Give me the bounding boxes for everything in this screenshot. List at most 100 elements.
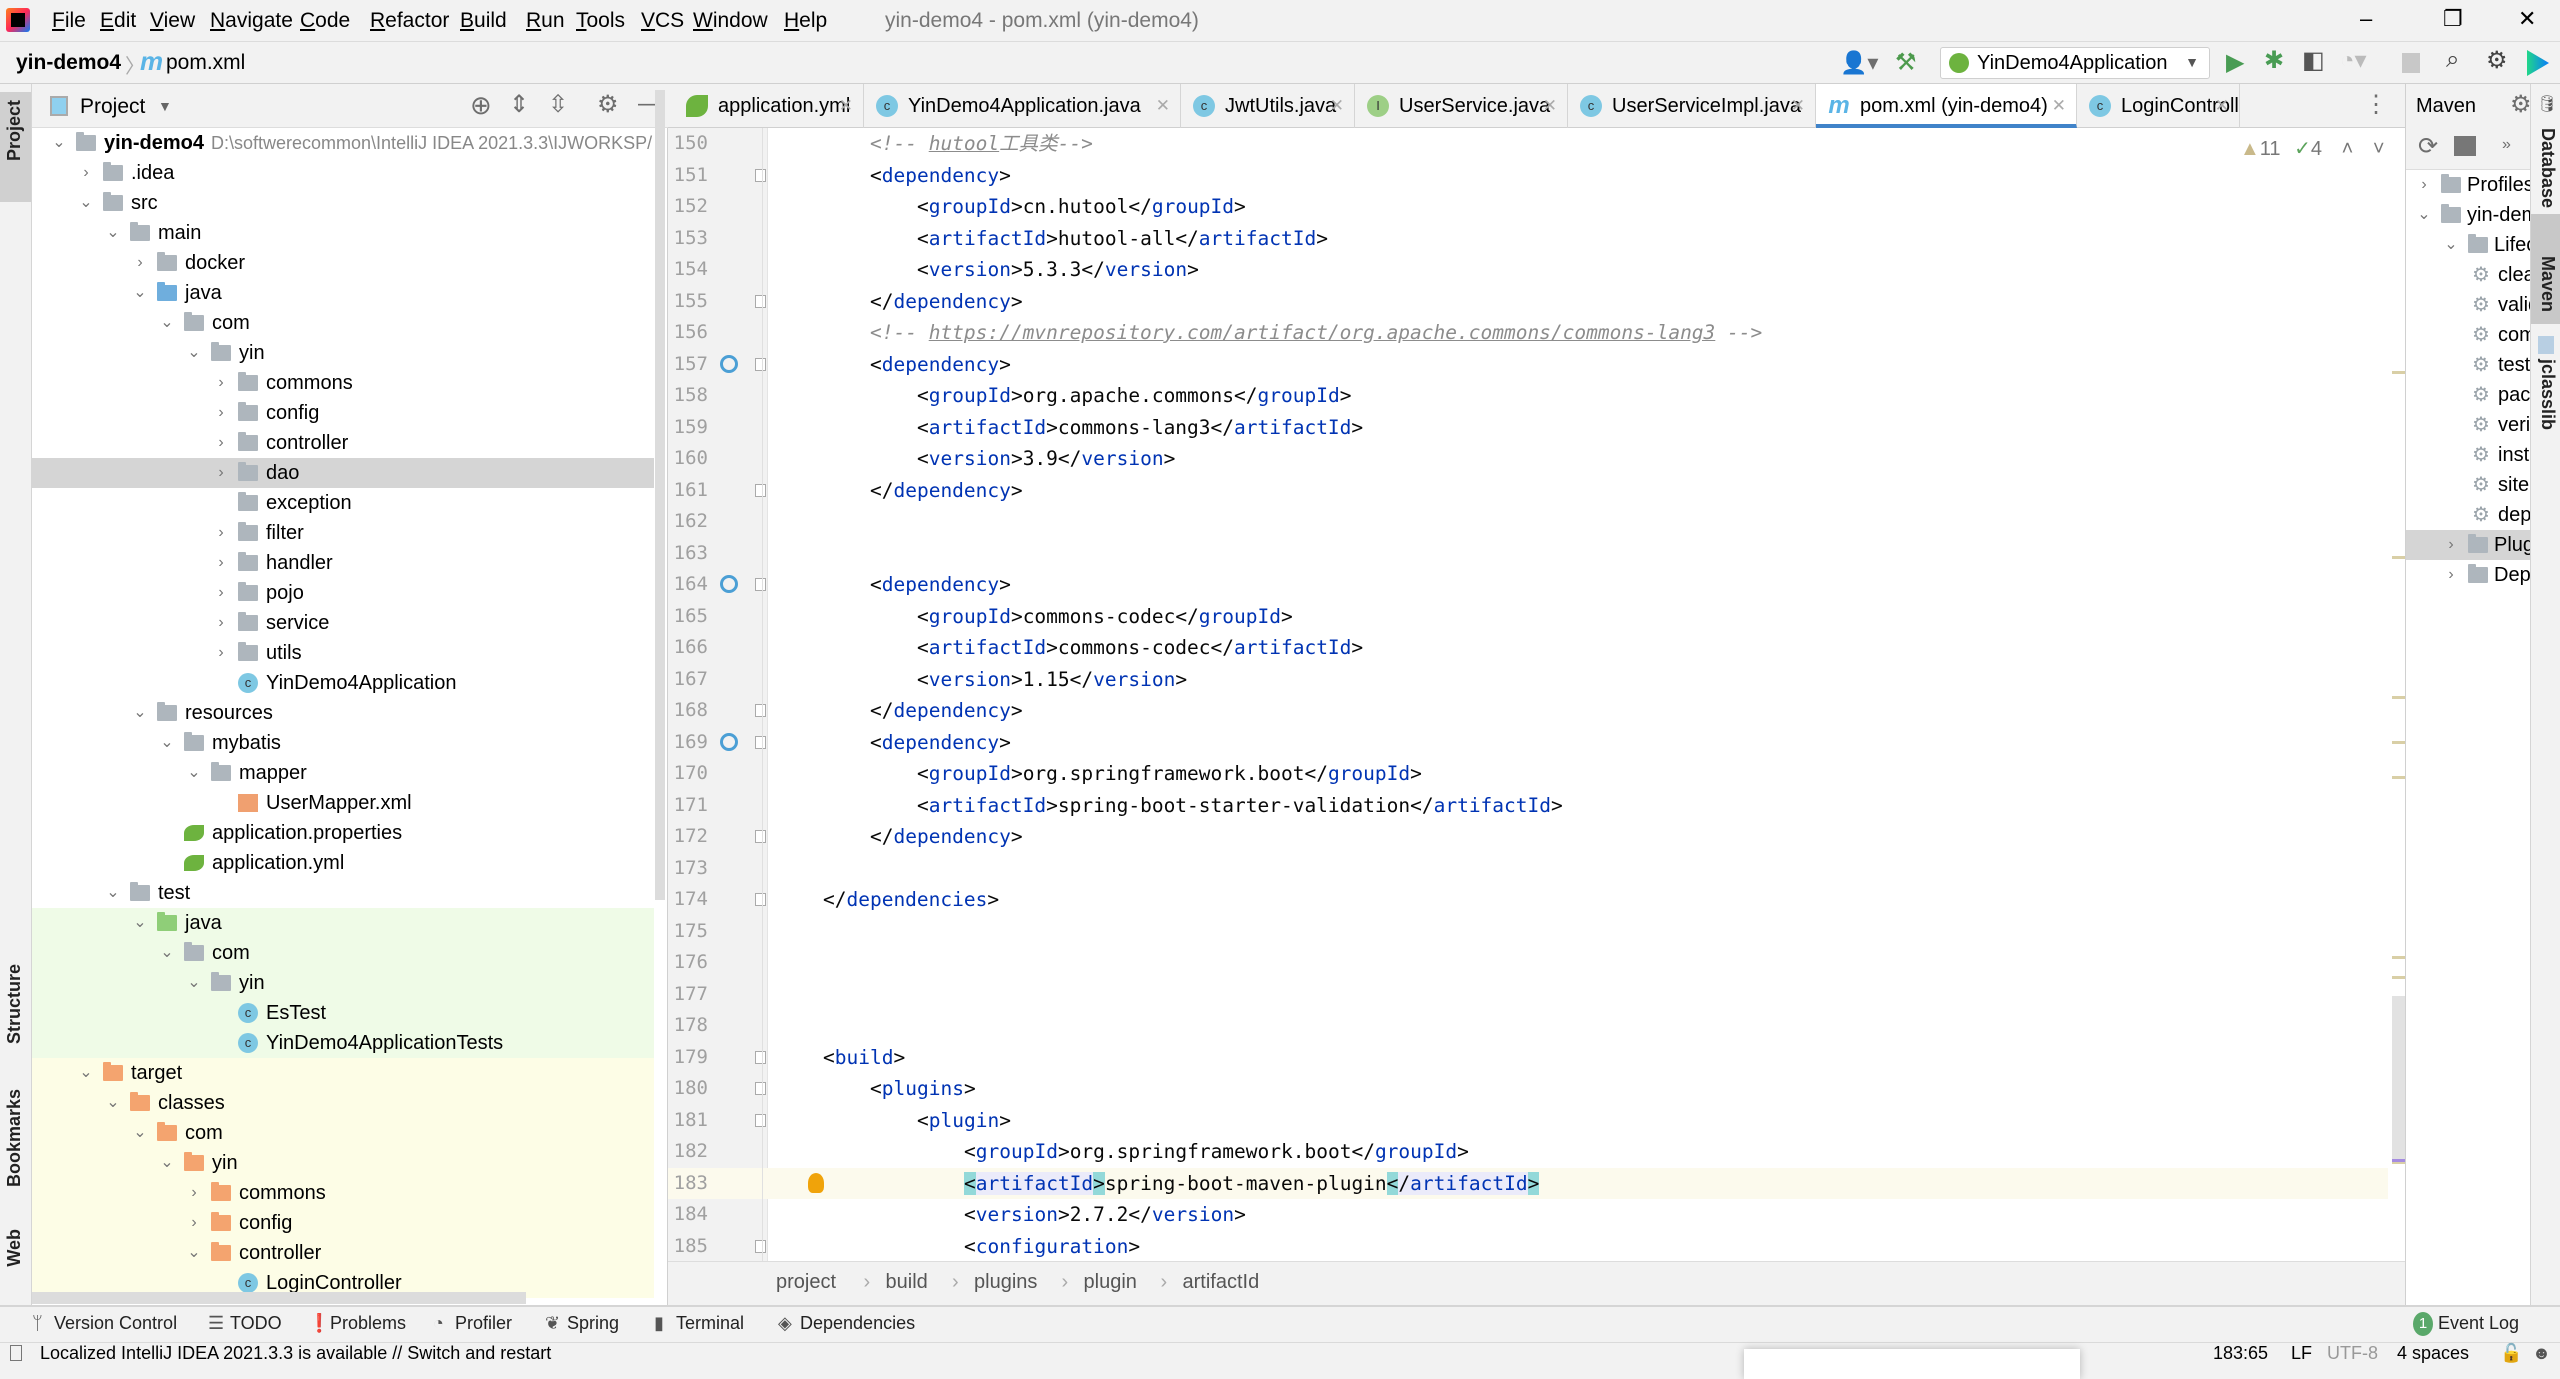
- more-tabs-icon[interactable]: ⋮: [2364, 90, 2388, 119]
- fold-marker-icon[interactable]: [755, 704, 766, 717]
- maven-item-dependencies[interactable]: › Dependencies: [2406, 560, 2530, 590]
- chevron-right-icon[interactable]: ›: [211, 578, 231, 608]
- tree-item-service[interactable]: › service: [32, 608, 654, 638]
- close-tab-icon[interactable]: ✕: [1330, 84, 1344, 128]
- tool-window-dependencies[interactable]: Dependencies: [800, 1313, 915, 1334]
- chevron-right-icon[interactable]: ›: [211, 518, 231, 548]
- bookmarks-tool-button[interactable]: Bookmarks: [4, 1089, 25, 1187]
- tool-window-problems[interactable]: Problems: [330, 1313, 406, 1334]
- maven-item-verify[interactable]: ⚙ verify: [2406, 410, 2530, 440]
- error-stripe[interactable]: [2390, 176, 2405, 1264]
- maven-dependency-gutter-icon[interactable]: [720, 732, 738, 751]
- chevron-down-icon[interactable]: ⌄: [130, 698, 150, 728]
- fold-marker-icon[interactable]: [755, 483, 766, 497]
- fold-marker-icon[interactable]: [755, 830, 766, 843]
- coverage-icon[interactable]: ◧: [2302, 46, 2325, 75]
- tree-item-controller[interactable]: ⌄ controller: [32, 1238, 654, 1268]
- tab-userserviceimpl-java[interactable]: c UserServiceImpl.java ✕: [1568, 84, 1816, 128]
- menu-navigate[interactable]: Navigate: [210, 9, 293, 33]
- tree-item-estest[interactable]: c EsTest: [32, 998, 654, 1028]
- code-area[interactable]: 150 <!-- hutool工具类--> 151 <dependency> 152 <g…: [668, 128, 2405, 1261]
- maven-item-yin-demo4[interactable]: ⌄ yin-demo4: [2406, 200, 2530, 230]
- tree-item-application-properties[interactable]: application.properties: [32, 818, 654, 848]
- stripe-mark[interactable]: [2392, 776, 2405, 779]
- tree-item-target[interactable]: ⌄ target: [32, 1058, 654, 1088]
- caret-position[interactable]: 183:65: [2213, 1343, 2268, 1364]
- fold-marker-icon[interactable]: [755, 1050, 766, 1064]
- chevron-down-icon[interactable]: ⌄: [76, 1058, 96, 1088]
- structure-tool-button[interactable]: Structure: [4, 964, 25, 1044]
- fold-marker-icon[interactable]: [755, 357, 766, 371]
- tree-item-classes[interactable]: ⌄ classes: [32, 1088, 654, 1118]
- chevron-down-icon[interactable]: ⌄: [184, 1238, 204, 1268]
- menu-tools[interactable]: Tools: [576, 9, 625, 33]
- run-config-select[interactable]: YinDemo4Application ▼: [1940, 47, 2210, 79]
- maven-item-clean[interactable]: ⚙ clean: [2406, 260, 2530, 290]
- menu-run[interactable]: Run: [526, 9, 565, 33]
- tree-vertical-scrollbar[interactable]: [655, 90, 665, 900]
- line-separator[interactable]: LF: [2291, 1343, 2312, 1364]
- chevron-down-icon[interactable]: ⌄: [157, 938, 177, 968]
- menu-edit[interactable]: Edit: [100, 9, 136, 33]
- debug-icon[interactable]: ✱: [2264, 46, 2284, 75]
- tab-application-yml[interactable]: application.yml ✕: [674, 84, 864, 128]
- tree-item--idea[interactable]: › .idea: [32, 158, 654, 188]
- tool-window-todo[interactable]: TODO: [230, 1313, 282, 1334]
- fold-marker-icon[interactable]: [755, 168, 766, 182]
- chevron-down-icon[interactable]: ⌄: [103, 878, 123, 908]
- chevron-down-icon[interactable]: ▼: [158, 98, 172, 114]
- stripe-mark[interactable]: [2392, 741, 2405, 744]
- chevron-right-icon[interactable]: ›: [211, 458, 231, 488]
- tree-item-exception[interactable]: exception: [32, 488, 654, 518]
- intention-bulb-icon[interactable]: [808, 1172, 824, 1193]
- fold-marker-icon[interactable]: [755, 578, 766, 591]
- user-icon[interactable]: 👤▾: [1840, 50, 1878, 76]
- tree-item-yin-demo4[interactable]: ⌄ yin-demo4 D:\softwerecommon\IntelliJ IDE…: [32, 128, 654, 158]
- tree-item-docker[interactable]: › docker: [32, 248, 654, 278]
- close-tab-icon[interactable]: ✕: [2052, 84, 2066, 124]
- close-tab-icon[interactable]: ✕: [1156, 84, 1170, 128]
- close-tab-icon[interactable]: ✕: [1543, 84, 1557, 128]
- chevron-right-icon[interactable]: ›: [76, 158, 96, 188]
- maven-item-test[interactable]: ⚙ test: [2406, 350, 2530, 380]
- chevron-down-icon[interactable]: ⌄: [2414, 200, 2434, 230]
- chevron-down-icon[interactable]: ⌄: [130, 1118, 150, 1148]
- menu-window[interactable]: Window: [693, 9, 768, 33]
- maven-tool-button[interactable]: Maven: [2531, 214, 2560, 324]
- chevron-right-icon[interactable]: ›: [2414, 170, 2434, 200]
- tree-item-commons[interactable]: › commons: [32, 1178, 654, 1208]
- indent-setting[interactable]: 4 spaces: [2397, 1343, 2469, 1364]
- event-log-button[interactable]: Event Log: [2438, 1313, 2519, 1334]
- tree-item-yin[interactable]: ⌄ yin: [32, 1148, 654, 1178]
- tab-yindemo4application-java[interactable]: c YinDemo4Application.java ✕: [864, 84, 1181, 128]
- chevron-down-icon[interactable]: ⌄: [157, 728, 177, 758]
- fold-marker-icon[interactable]: [755, 893, 766, 906]
- breadcrumb-artifactid[interactable]: artifactId: [1183, 1271, 1260, 1294]
- minimize-button[interactable]: –: [2360, 6, 2372, 32]
- locate-file-icon[interactable]: ⊕: [470, 90, 492, 121]
- chevron-down-icon[interactable]: ⌄: [184, 758, 204, 788]
- expand-all-icon[interactable]: ⇕: [509, 90, 529, 119]
- chevron-right-icon[interactable]: ›: [211, 368, 231, 398]
- chevron-down-icon[interactable]: ⌄: [76, 188, 96, 218]
- tool-window-spring[interactable]: Spring: [567, 1313, 619, 1334]
- tree-item-java[interactable]: ⌄ java: [32, 908, 654, 938]
- status-message[interactable]: Localized IntelliJ IDEA 2021.3.3 is avai…: [40, 1343, 551, 1364]
- chevron-right-icon[interactable]: ›: [211, 608, 231, 638]
- menu-view[interactable]: View: [150, 9, 195, 33]
- maven-item-package[interactable]: ⚙ package: [2406, 380, 2530, 410]
- tree-item-main[interactable]: ⌄ main: [32, 218, 654, 248]
- tool-window-version-control[interactable]: Version Control: [54, 1313, 177, 1334]
- tree-item-yindemo4application[interactable]: c YinDemo4Application: [32, 668, 654, 698]
- stripe-mark[interactable]: [2392, 1159, 2405, 1162]
- chevron-right-icon[interactable]: ›: [2441, 530, 2461, 560]
- chevron-down-icon[interactable]: ⌄: [184, 968, 204, 998]
- tree-item-mapper[interactable]: ⌄ mapper: [32, 758, 654, 788]
- reload-icon[interactable]: ⟳: [2418, 132, 2438, 161]
- chevron-down-icon[interactable]: ⌄: [2441, 230, 2461, 260]
- jclasslib-tool-button[interactable]: jclasslib: [2537, 359, 2558, 430]
- tree-item-com[interactable]: ⌄ com: [32, 308, 654, 338]
- tree-item-com[interactable]: ⌄ com: [32, 938, 654, 968]
- settings-gear-icon[interactable]: ⚙: [2510, 90, 2530, 119]
- more-actions-icon[interactable]: »: [2502, 136, 2511, 154]
